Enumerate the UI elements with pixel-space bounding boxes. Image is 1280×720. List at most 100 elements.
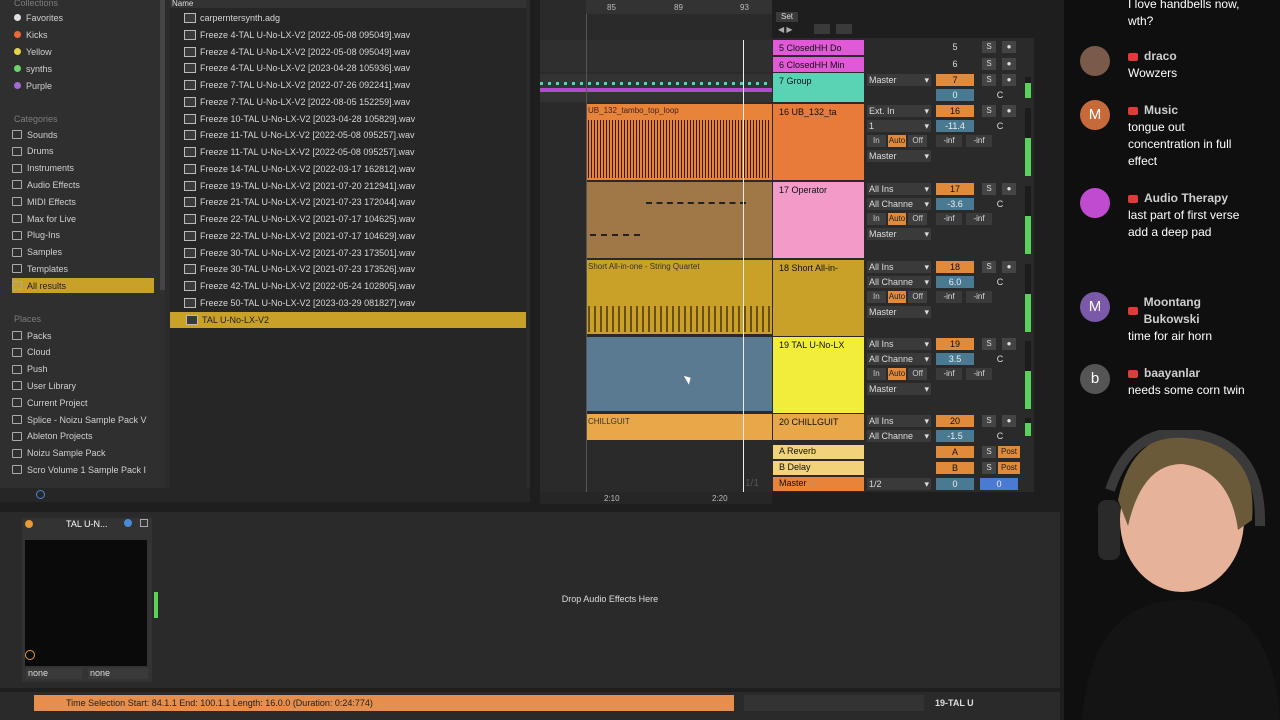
place-item[interactable]: Ableton Projects xyxy=(12,429,154,444)
track-volume[interactable]: 6.0 xyxy=(936,276,974,288)
file-item[interactable]: Freeze 30-TAL U-No-LX-V2 [2021-07-23 173… xyxy=(184,245,524,261)
file-item[interactable]: Freeze 22-TAL U-No-LX-V2 [2021-07-17 104… xyxy=(184,228,524,244)
master-output[interactable]: 1/2 xyxy=(867,478,931,490)
track-pan[interactable]: C xyxy=(992,430,1008,442)
sidebar-scrollbar[interactable] xyxy=(160,0,165,290)
preview-icon[interactable] xyxy=(36,490,45,499)
file-item[interactable]: Freeze 14-TAL U-No-LX-V2 [2022-03-17 162… xyxy=(184,161,524,177)
solo-button[interactable]: S xyxy=(982,183,996,195)
output-select[interactable]: Master xyxy=(867,383,931,395)
track-header[interactable]: 16 UB_132_ta xyxy=(773,104,864,180)
locator-arrows-icon[interactable]: ◀ ▶ xyxy=(778,25,802,35)
input-type-select[interactable]: All Ins xyxy=(867,261,931,273)
device-info-icon[interactable] xyxy=(124,519,132,527)
collection-item[interactable]: Purple xyxy=(12,78,154,93)
track-pan[interactable]: C xyxy=(992,120,1008,132)
device-power-icon[interactable] xyxy=(25,520,33,528)
input-channel-select[interactable]: All Channe xyxy=(867,430,931,442)
solo-button[interactable]: S xyxy=(982,74,996,86)
output-select[interactable]: Master xyxy=(867,150,931,162)
track-number[interactable]: 6 xyxy=(936,58,974,70)
file-item[interactable]: Freeze 7-TAL U-No-LX-V2 [2022-07-26 0922… xyxy=(184,77,524,93)
monitor-auto[interactable]: Auto xyxy=(887,368,907,380)
file-item[interactable]: Freeze 30-TAL U-No-LX-V2 [2021-07-23 173… xyxy=(184,261,524,277)
send-b[interactable]: -inf xyxy=(966,291,992,303)
monitor-switch[interactable]: In Auto Off xyxy=(867,213,928,225)
place-item[interactable]: Noizu Sample Pack xyxy=(12,446,154,461)
file-item[interactable]: Freeze 10-TAL U-No-LX-V2 [2023-04-28 105… xyxy=(184,111,524,127)
track-header[interactable]: 5 ClosedHH Do xyxy=(773,40,864,55)
category-item[interactable]: Templates xyxy=(12,261,154,276)
knob-icon[interactable] xyxy=(25,650,35,660)
place-item[interactable]: Cloud xyxy=(12,345,154,360)
place-item[interactable]: Splice - Noizu Sample Pack V xyxy=(12,412,154,427)
clip-chillguit[interactable]: CHILLGUIT xyxy=(586,414,772,440)
solo-button[interactable]: S xyxy=(982,446,996,458)
monitor-in[interactable]: In xyxy=(867,213,886,225)
chat-username[interactable]: baayanlar xyxy=(1128,365,1256,382)
category-item[interactable]: Samples xyxy=(12,245,154,260)
file-item[interactable]: Freeze 22-TAL U-No-LX-V2 [2021-07-17 104… xyxy=(184,211,524,227)
category-item[interactable]: Audio Effects xyxy=(12,177,154,192)
solo-button[interactable]: S xyxy=(982,58,996,70)
track-volume[interactable]: -3.6 xyxy=(936,198,974,210)
track-volume[interactable]: -1.5 xyxy=(936,430,974,442)
monitor-auto[interactable]: Auto xyxy=(887,213,907,225)
lane-hihats[interactable] xyxy=(540,40,772,72)
file-item[interactable]: Freeze 50-TAL U-No-LX-V2 [2023-03-29 081… xyxy=(184,295,524,311)
category-item[interactable]: Drums xyxy=(12,144,154,159)
cue-volume[interactable]: 0 xyxy=(980,478,1018,490)
track-header[interactable]: 6 ClosedHH Min xyxy=(773,57,864,72)
solo-button[interactable]: S xyxy=(982,261,996,273)
arm-button[interactable]: ● xyxy=(1002,338,1016,350)
collection-item[interactable]: synths xyxy=(12,61,154,76)
track-number[interactable]: 20 xyxy=(936,415,974,427)
arm-button[interactable]: ● xyxy=(1002,58,1016,70)
collection-item[interactable]: Favorites xyxy=(12,10,154,25)
category-item[interactable]: Instruments xyxy=(12,161,154,176)
category-item[interactable]: Sounds xyxy=(12,127,154,142)
loop-start-marker[interactable] xyxy=(586,14,587,494)
arm-button[interactable]: ● xyxy=(1002,261,1016,273)
track-number[interactable]: 7 xyxy=(936,74,974,86)
track-volume[interactable]: 3.5 xyxy=(936,353,974,365)
track-volume[interactable]: -11.4 xyxy=(936,120,974,132)
file-item[interactable]: carperntersynth.adg xyxy=(184,10,524,26)
track-header[interactable]: 19 TAL U-No-LX xyxy=(773,337,864,413)
monitor-in[interactable]: In xyxy=(867,368,886,380)
collection-item[interactable]: Yellow xyxy=(12,44,154,59)
clip-tambo[interactable]: UB_132_tambo_top_loop xyxy=(586,104,772,180)
input-channel-select[interactable]: 1 xyxy=(867,120,931,132)
solo-button[interactable]: S xyxy=(982,462,996,474)
arm-button[interactable]: ● xyxy=(1002,74,1016,86)
monitor-off[interactable]: Off xyxy=(908,213,928,225)
file-item[interactable]: Freeze 19-TAL U-No-LX-V2 [2021-07-20 212… xyxy=(184,178,524,194)
file-item[interactable]: Freeze 4-TAL U-No-LX-V2 [2022-05-08 0950… xyxy=(184,44,524,60)
input-type-select[interactable]: All Ins xyxy=(867,415,931,427)
place-item[interactable]: Current Project xyxy=(12,395,154,410)
device-select-1[interactable]: none xyxy=(26,668,82,679)
file-item[interactable]: Freeze 7-TAL U-No-LX-V2 [2022-08-05 1522… xyxy=(184,94,524,110)
solo-button[interactable]: S xyxy=(982,105,996,117)
chat-avatar[interactable]: M xyxy=(1080,100,1110,130)
track-pan[interactable]: C xyxy=(992,276,1008,288)
track-pan[interactable]: C xyxy=(992,89,1008,101)
input-type-select[interactable]: Ext. In xyxy=(867,105,931,117)
monitor-off[interactable]: Off xyxy=(908,368,928,380)
send-a[interactable]: -inf xyxy=(936,291,962,303)
playhead[interactable] xyxy=(743,40,744,492)
master-track[interactable]: Master xyxy=(773,477,864,491)
track-header[interactable]: 18 Short All-in- xyxy=(773,260,864,336)
monitor-auto[interactable]: Auto xyxy=(887,291,907,303)
place-item[interactable]: Scro Volume 1 Sample Pack I xyxy=(12,462,154,477)
return-track[interactable]: A Reverb xyxy=(773,445,864,459)
send-b[interactable]: -inf xyxy=(966,368,992,380)
collection-item[interactable]: Kicks xyxy=(12,27,154,42)
track-number[interactable]: 16 xyxy=(936,105,974,117)
return-letter[interactable]: A xyxy=(936,446,974,458)
monitor-auto[interactable]: Auto xyxy=(887,135,907,147)
input-channel-select[interactable]: All Channe xyxy=(867,276,931,288)
chat-username[interactable]: Moontang Bukowski xyxy=(1128,294,1256,328)
chat-username[interactable]: draco xyxy=(1128,48,1256,65)
lock-icon[interactable] xyxy=(836,24,852,34)
